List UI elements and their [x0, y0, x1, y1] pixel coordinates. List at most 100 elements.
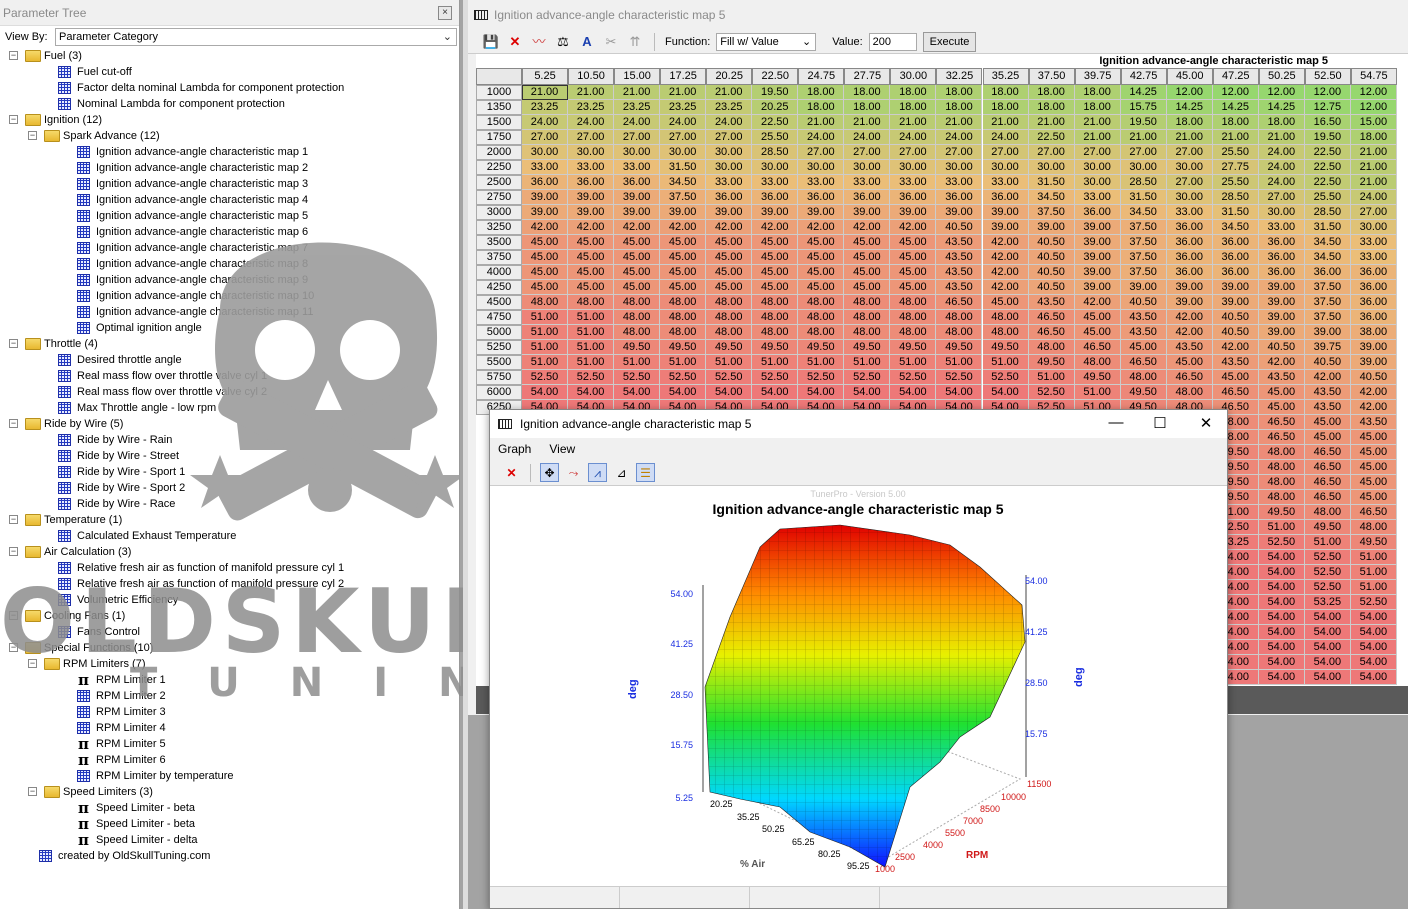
table-cell[interactable]: 24.00: [1258, 145, 1305, 160]
table-cell[interactable]: 54.00: [1304, 610, 1351, 625]
table-cell[interactable]: 45.00: [614, 235, 661, 250]
tree-item[interactable]: Desired throttle angle: [58, 352, 182, 368]
table-cell[interactable]: 54.00: [1304, 670, 1351, 685]
table-cell[interactable]: 51.00: [798, 355, 845, 370]
table-cell[interactable]: 28.50: [752, 145, 799, 160]
table-cell[interactable]: 45.00: [798, 280, 845, 295]
table-cell[interactable]: 48.00: [1028, 340, 1075, 355]
table-cell[interactable]: 54.00: [1350, 610, 1397, 625]
column-header[interactable]: 30.00: [890, 68, 937, 85]
table-cell[interactable]: 52.50: [1304, 565, 1351, 580]
table-cell[interactable]: 51.00: [890, 355, 937, 370]
table-cell[interactable]: 39.00: [1212, 280, 1259, 295]
close-red-icon[interactable]: ✕: [502, 463, 521, 482]
table-cell[interactable]: 48.00: [660, 310, 707, 325]
table-cell[interactable]: 49.50: [752, 340, 799, 355]
column-header[interactable]: 39.75: [1074, 68, 1121, 85]
collapse-icon[interactable]: −: [28, 787, 37, 796]
table-cell[interactable]: 21.00: [798, 115, 845, 130]
table-cell[interactable]: 48.00: [660, 295, 707, 310]
tree-folder[interactable]: − RPM Limiters (7): [28, 656, 146, 672]
tree-item[interactable]: Ride by Wire - Rain: [58, 432, 172, 448]
table-cell[interactable]: 39.00: [1074, 265, 1121, 280]
table-cell[interactable]: 22.50: [1304, 145, 1351, 160]
table-cell[interactable]: 54.00: [1304, 640, 1351, 655]
table-cell[interactable]: 45.00: [890, 265, 937, 280]
table-cell[interactable]: 51.00: [568, 310, 615, 325]
tree-folder[interactable]: − Throttle (4): [9, 336, 98, 352]
table-cell[interactable]: 39.00: [844, 205, 891, 220]
table-cell[interactable]: 40.50: [936, 220, 983, 235]
table-cell[interactable]: 54.00: [660, 385, 707, 400]
column-header[interactable]: 54.75: [1350, 68, 1397, 85]
tree-item[interactable]: Relative fresh air as function of manifo…: [58, 576, 344, 592]
table-cell[interactable]: 54.00: [982, 385, 1029, 400]
table-cell[interactable]: 42.00: [1258, 355, 1305, 370]
tree-item[interactable]: Real mass flow over throttle valve cyl 1: [58, 368, 267, 384]
table-cell[interactable]: 54.00: [1258, 610, 1305, 625]
table-cell[interactable]: 40.50: [1028, 235, 1075, 250]
row-header[interactable]: 4250: [476, 280, 522, 295]
table-cell[interactable]: 54.00: [890, 385, 937, 400]
table-cell[interactable]: 18.00: [798, 100, 845, 115]
table-cell[interactable]: 37.50: [1304, 310, 1351, 325]
column-header[interactable]: 42.75: [1120, 68, 1167, 85]
table-cell[interactable]: 39.00: [1166, 280, 1213, 295]
table-cell[interactable]: 43.50: [1258, 370, 1305, 385]
table-cell[interactable]: 46.50: [1074, 340, 1121, 355]
tree-folder[interactable]: − Air Calculation (3): [9, 544, 131, 560]
function-select[interactable]: Fill w/ Value ⌄: [716, 32, 817, 51]
row-header[interactable]: 4500: [476, 295, 522, 310]
row-header[interactable]: 2750: [476, 190, 522, 205]
table-cell[interactable]: 45.00: [1074, 310, 1121, 325]
table-cell[interactable]: 27.00: [706, 130, 753, 145]
table-cell[interactable]: 48.00: [706, 295, 753, 310]
table-cell[interactable]: 45.00: [1350, 475, 1397, 490]
table-cell[interactable]: 54.00: [1350, 625, 1397, 640]
menu-view[interactable]: View: [549, 442, 575, 456]
table-cell[interactable]: 51.00: [1350, 565, 1397, 580]
table-cell[interactable]: 45.00: [798, 265, 845, 280]
table-cell[interactable]: 21.00: [1166, 130, 1213, 145]
tree-item[interactable]: Ride by Wire - Sport 2: [58, 480, 185, 496]
table-cell[interactable]: 23.25: [568, 100, 615, 115]
table-cell[interactable]: 51.00: [522, 325, 569, 340]
table-cell[interactable]: 21.00: [522, 85, 569, 100]
table-cell[interactable]: 45.00: [522, 250, 569, 265]
table-cell[interactable]: 39.00: [1304, 325, 1351, 340]
table-cell[interactable]: 18.00: [1028, 100, 1075, 115]
table-cell[interactable]: 36.00: [522, 175, 569, 190]
table-cell[interactable]: 45.00: [706, 250, 753, 265]
table-cell[interactable]: 42.00: [568, 220, 615, 235]
table-cell[interactable]: 48.00: [890, 325, 937, 340]
table-cell[interactable]: 39.00: [1120, 280, 1167, 295]
tree-item[interactable]: RPM Limiter by temperature: [77, 768, 234, 784]
table-cell[interactable]: 45.00: [1258, 385, 1305, 400]
tree-item[interactable]: RPM Limiter 2: [77, 688, 166, 704]
table-cell[interactable]: 45.00: [752, 235, 799, 250]
table-cell[interactable]: 45.00: [798, 235, 845, 250]
table-cell[interactable]: 39.00: [1028, 220, 1075, 235]
column-header[interactable]: 15.00: [614, 68, 661, 85]
table-cell[interactable]: 42.00: [614, 220, 661, 235]
table-cell[interactable]: 24.00: [660, 115, 707, 130]
table-cell[interactable]: 23.25: [522, 100, 569, 115]
table-cell[interactable]: 45.00: [614, 265, 661, 280]
table-cell[interactable]: 23.25: [614, 100, 661, 115]
table-cell[interactable]: 24.00: [798, 130, 845, 145]
table-cell[interactable]: 18.00: [798, 85, 845, 100]
table-cell[interactable]: 48.00: [522, 295, 569, 310]
row-header[interactable]: 5250: [476, 340, 522, 355]
table-cell[interactable]: 45.00: [1166, 355, 1213, 370]
table-cell[interactable]: 27.00: [1166, 175, 1213, 190]
table-cell[interactable]: 45.00: [752, 280, 799, 295]
table-cell[interactable]: 51.00: [568, 325, 615, 340]
table-cell[interactable]: 49.50: [1350, 535, 1397, 550]
table-cell[interactable]: 45.00: [1350, 430, 1397, 445]
table-cell[interactable]: 25.50: [1212, 145, 1259, 160]
table-cell[interactable]: 45.00: [568, 280, 615, 295]
table-cell[interactable]: 18.00: [844, 85, 891, 100]
row-header[interactable]: 3750: [476, 250, 522, 265]
table-cell[interactable]: 40.50: [1258, 340, 1305, 355]
table-cell[interactable]: 24.00: [568, 115, 615, 130]
